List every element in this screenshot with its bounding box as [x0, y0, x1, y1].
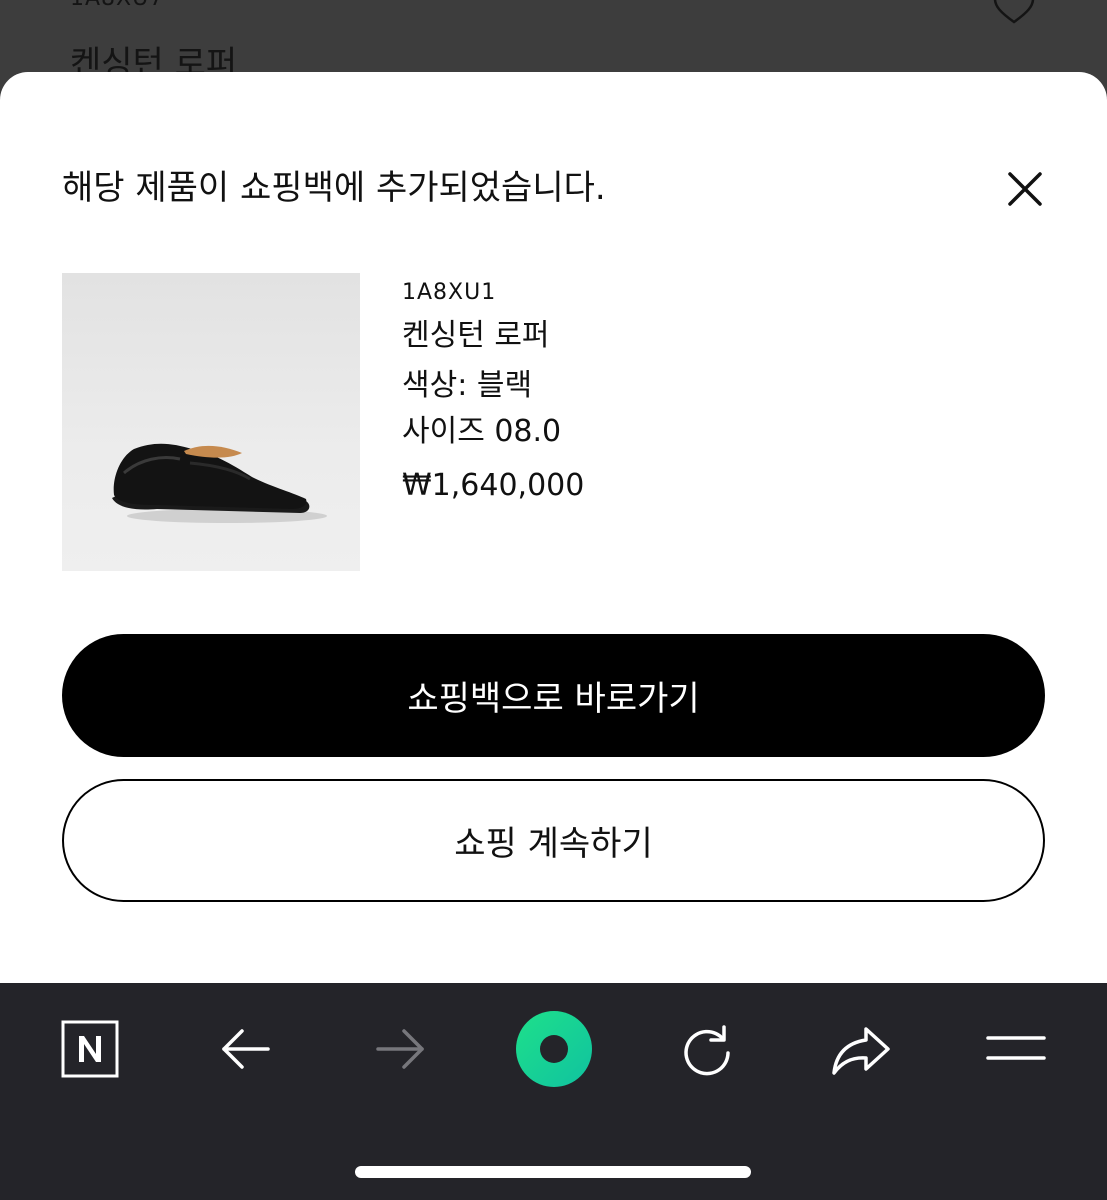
share-icon[interactable]: [830, 1021, 892, 1079]
go-to-shopping-bag-button[interactable]: 쇼핑백으로 바로가기: [62, 634, 1045, 757]
background-product-sku: 1A8XU7: [70, 0, 164, 11]
heart-icon[interactable]: [992, 0, 1036, 26]
sheet-title: 해당 제품이 쇼핑백에 추가되었습니다.: [62, 168, 606, 208]
product-color: 색상: 블랙: [402, 368, 533, 403]
back-arrow-icon[interactable]: [218, 1021, 274, 1077]
product-size: 사이즈 08.0: [402, 414, 562, 449]
home-indicator: [355, 1166, 751, 1178]
menu-icon[interactable]: [986, 1031, 1046, 1065]
forward-arrow-icon[interactable]: [372, 1021, 428, 1077]
naver-n-icon[interactable]: [60, 1019, 120, 1079]
green-dot-icon[interactable]: [514, 1009, 594, 1089]
close-icon[interactable]: [1000, 164, 1050, 214]
product-info: 1A8XU1 켄싱턴 로퍼 색상: 블랙 사이즈 08.0 ₩1,640,000: [402, 278, 584, 506]
product-price: ₩1,640,000: [402, 468, 585, 503]
continue-shopping-button[interactable]: 쇼핑 계속하기: [62, 779, 1045, 902]
added-to-bag-sheet: 해당 제품이 쇼핑백에 추가되었습니다. 1A8XU1 켄싱턴 로퍼 색상: 블…: [0, 72, 1107, 983]
product-image: [62, 273, 360, 571]
loafer-shoe-image: [112, 443, 327, 523]
product-sku: 1A8XU1: [402, 280, 497, 305]
product-name: 켄싱턴 로퍼: [402, 318, 550, 353]
reload-icon[interactable]: [678, 1021, 736, 1079]
